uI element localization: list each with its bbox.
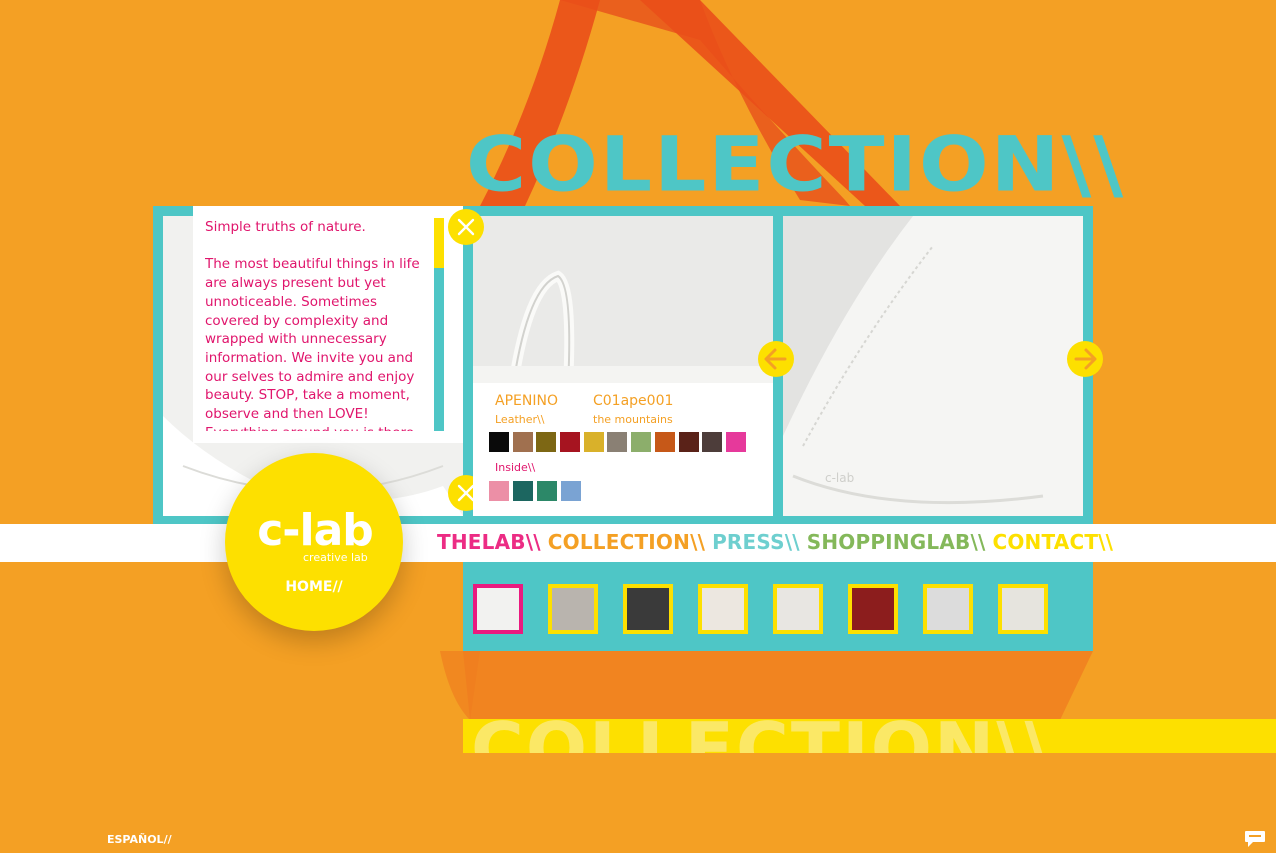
product-info-box: APENINO C01ape001 Leather\\ the mountain… — [473, 383, 773, 516]
product-subtitle: the mountains — [593, 413, 673, 426]
next-arrow-button[interactable] — [1067, 341, 1103, 377]
previous-arrow-button[interactable] — [758, 341, 794, 377]
logo: c-lab — [257, 505, 374, 556]
description-body: The most beautiful things in life are al… — [205, 256, 420, 431]
product-code: C01ape001 — [593, 393, 674, 409]
leather-swatch[interactable] — [654, 432, 675, 452]
product-thumbnail[interactable] — [548, 584, 598, 634]
nav-item-shoppinglab[interactable]: SHOPPINGLAB\\ — [807, 528, 986, 556]
leather-swatch[interactable] — [512, 432, 533, 452]
logo-badge[interactable]: c-lab creative lab HOME// — [225, 453, 403, 631]
leather-swatch[interactable] — [607, 432, 628, 452]
leather-swatch[interactable] — [489, 432, 509, 452]
product-thumbnail[interactable] — [698, 584, 748, 634]
product-thumbnail[interactable] — [473, 584, 523, 634]
thumbnail-image — [777, 588, 819, 630]
close-icon — [457, 218, 475, 236]
leather-swatches — [489, 432, 746, 452]
product-photo-right: c-lab — [783, 216, 1083, 516]
decorative-band: COLLECTION\\ — [463, 719, 1276, 753]
band-title: COLLECTION\\ — [471, 719, 1053, 753]
product-thumbnail[interactable] — [998, 584, 1048, 634]
material-label: Leather\\ — [495, 413, 545, 426]
inside-swatch[interactable] — [513, 481, 533, 501]
product-thumbnail[interactable] — [623, 584, 673, 634]
thumbnail-image — [852, 588, 894, 630]
description-scroll-thumb[interactable] — [434, 218, 444, 268]
inside-swatch[interactable] — [561, 481, 581, 501]
close-description-button[interactable] — [448, 209, 484, 245]
inside-swatches — [489, 481, 581, 501]
inside-label: Inside\\ — [495, 461, 536, 474]
chat-icon[interactable] — [1244, 830, 1266, 848]
leather-swatch[interactable] — [725, 432, 746, 452]
product-thumbnail[interactable] — [773, 584, 823, 634]
nav-item-collection[interactable]: COLLECTION\\ — [548, 528, 705, 556]
product-thumbnail[interactable] — [848, 584, 898, 634]
leather-swatch[interactable] — [536, 432, 557, 452]
section-title: COLLECTION\\ — [466, 121, 1126, 209]
inside-swatch[interactable] — [489, 481, 509, 501]
thumbnail-image — [702, 588, 744, 630]
leather-swatch[interactable] — [631, 432, 652, 452]
nav-item-press[interactable]: PRESS\\ — [712, 528, 800, 556]
leather-swatch[interactable] — [583, 432, 604, 452]
svg-text:c-lab: c-lab — [825, 471, 854, 485]
logo-tagline: creative lab — [303, 551, 368, 564]
description-text: Simple truths of nature. The most beauti… — [205, 218, 430, 431]
home-link[interactable]: HOME// — [225, 578, 403, 596]
description-panel: Simple truths of nature. The most beauti… — [193, 206, 463, 443]
arrow-left-icon — [764, 348, 787, 370]
thumbnail-image — [927, 588, 969, 630]
product-thumbnail[interactable] — [923, 584, 973, 634]
thumbnail-strip — [463, 562, 1093, 651]
description-heading: Simple truths of nature. — [205, 219, 366, 235]
thumbnail-image — [1002, 588, 1044, 630]
thumbnail-image — [552, 588, 594, 630]
leather-swatch[interactable] — [702, 432, 723, 452]
nav-item-thelab[interactable]: THELAB\\ — [437, 528, 541, 556]
product-name: APENINO — [495, 393, 558, 409]
main-nav: THELAB\\ COLLECTION\\ PRESS\\ SHOPPINGLAB\\… — [437, 528, 1113, 556]
language-link[interactable]: ESPAÑOL// — [107, 833, 172, 846]
thumbnail-image — [477, 588, 519, 630]
inside-swatch[interactable] — [537, 481, 557, 501]
thumbnail-image — [627, 588, 669, 630]
leather-swatch[interactable] — [560, 432, 581, 452]
nav-item-contact[interactable]: CONTACT\\ — [992, 528, 1113, 556]
leather-swatch[interactable] — [678, 432, 699, 452]
arrow-right-icon — [1074, 348, 1097, 370]
